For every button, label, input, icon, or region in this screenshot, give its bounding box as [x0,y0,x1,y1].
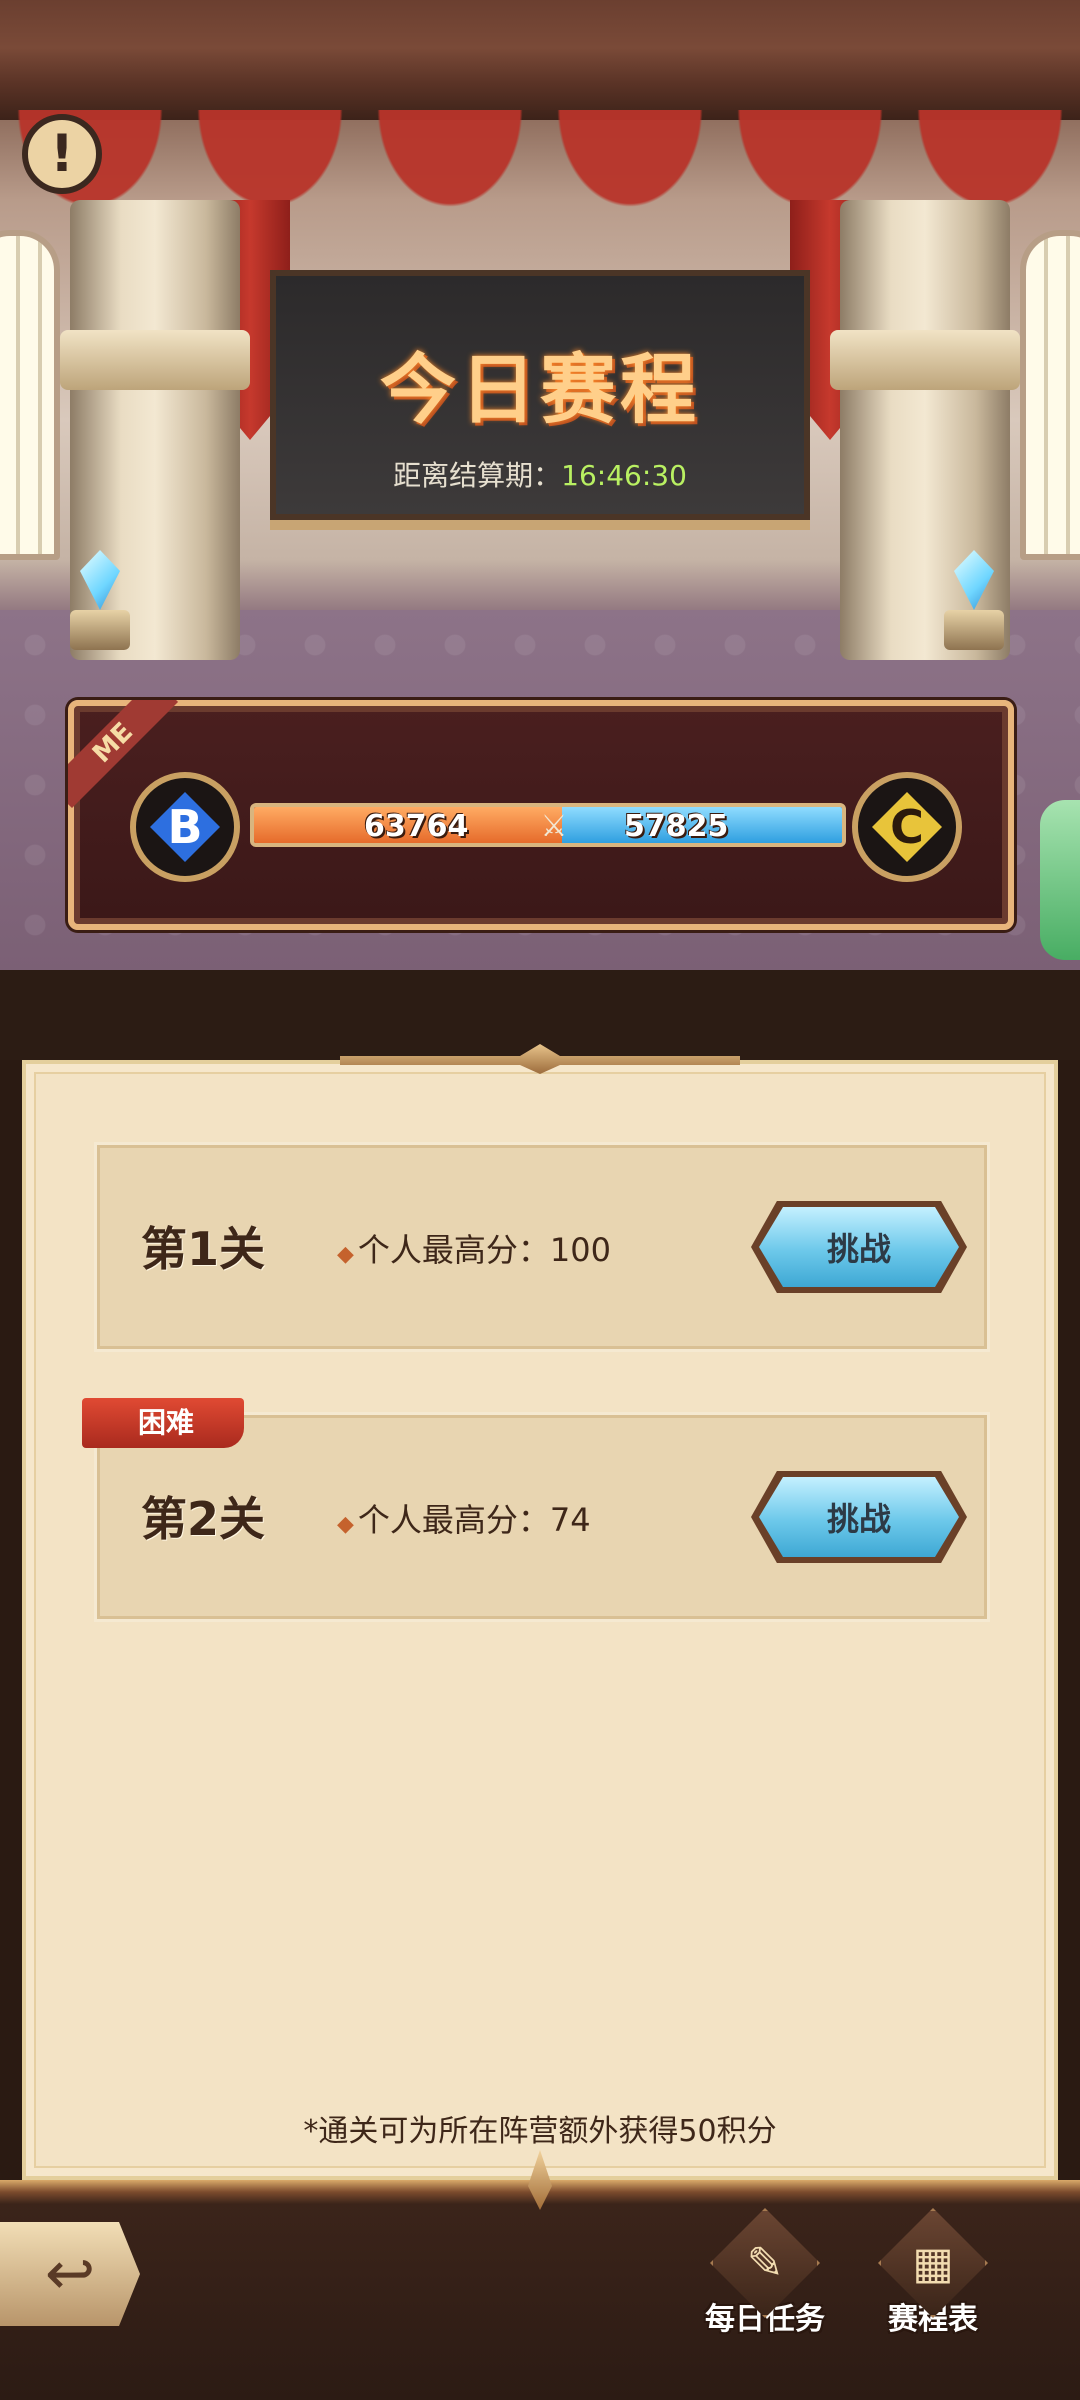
back-arrow-icon: ↩ [44,2239,96,2309]
stage-card-1: 第1关 ◆ 个人最高分：100 挑战 [94,1142,990,1352]
schedule-button[interactable]: ▦ 赛程表 [858,2208,1008,2358]
right-window [1020,230,1080,560]
left-pillar-cap [60,330,250,390]
difficulty-hard-badge: 困难 [82,1398,244,1448]
countdown-label: 距离结算期： [393,459,562,492]
left-window [0,230,60,560]
countdown-value: 16:46:30 [561,459,687,492]
faction-score-panel: ME B 63764 ⚔ 57825 C [68,700,1014,930]
stage-2-best-score: ◆ 个人最高分：74 [337,1495,591,1541]
stage-1-name: 第1关 [141,1222,266,1276]
challenge-button-1[interactable]: 挑战 [759,1207,959,1287]
team-c-badge: C [852,772,962,882]
team-c-letter: C [890,800,924,854]
team-c-score: 57825 [624,809,729,844]
stage-top-beam [0,0,1080,120]
side-chat-tab[interactable] [1040,800,1080,960]
bullet-icon: ◆ [337,1512,354,1537]
team-b-score: 63764 [364,809,469,844]
team-b-badge: B [130,772,240,882]
team-c-diamond: C [872,792,942,862]
bullet-icon: ◆ [337,1242,354,1267]
swords-icon: ⚔ [540,809,568,844]
stage-2-score-text: 个人最高分：74 [357,1501,591,1539]
page-title: 今日赛程 [380,345,700,434]
score-comparison-bar: 63764 ⚔ 57825 [250,803,846,847]
daily-tasks-button[interactable]: ✎ 每日任务 [690,2208,840,2358]
team-b-diamond: B [150,792,220,862]
footnote-text: *通关可为所在阵营额外获得50积分 [303,2114,777,2149]
title-board: 今日赛程 距离结算期：16:46:30 [270,270,810,520]
stage-1-score-text: 个人最高分：100 [357,1231,612,1269]
right-crystal-icon [944,550,1004,650]
left-crystal-icon [70,550,130,650]
stage-2-name: 第2关 [141,1492,266,1546]
team-b-letter: B [167,800,203,854]
stage-1-best-score: ◆ 个人最高分：100 [337,1225,611,1271]
alert-icon[interactable]: ! [22,114,102,194]
challenge-button-2[interactable]: 挑战 [759,1477,959,1557]
back-button[interactable]: ↩ [0,2222,140,2326]
right-pillar-cap [830,330,1020,390]
countdown: 距离结算期：16:46:30 [276,454,804,494]
